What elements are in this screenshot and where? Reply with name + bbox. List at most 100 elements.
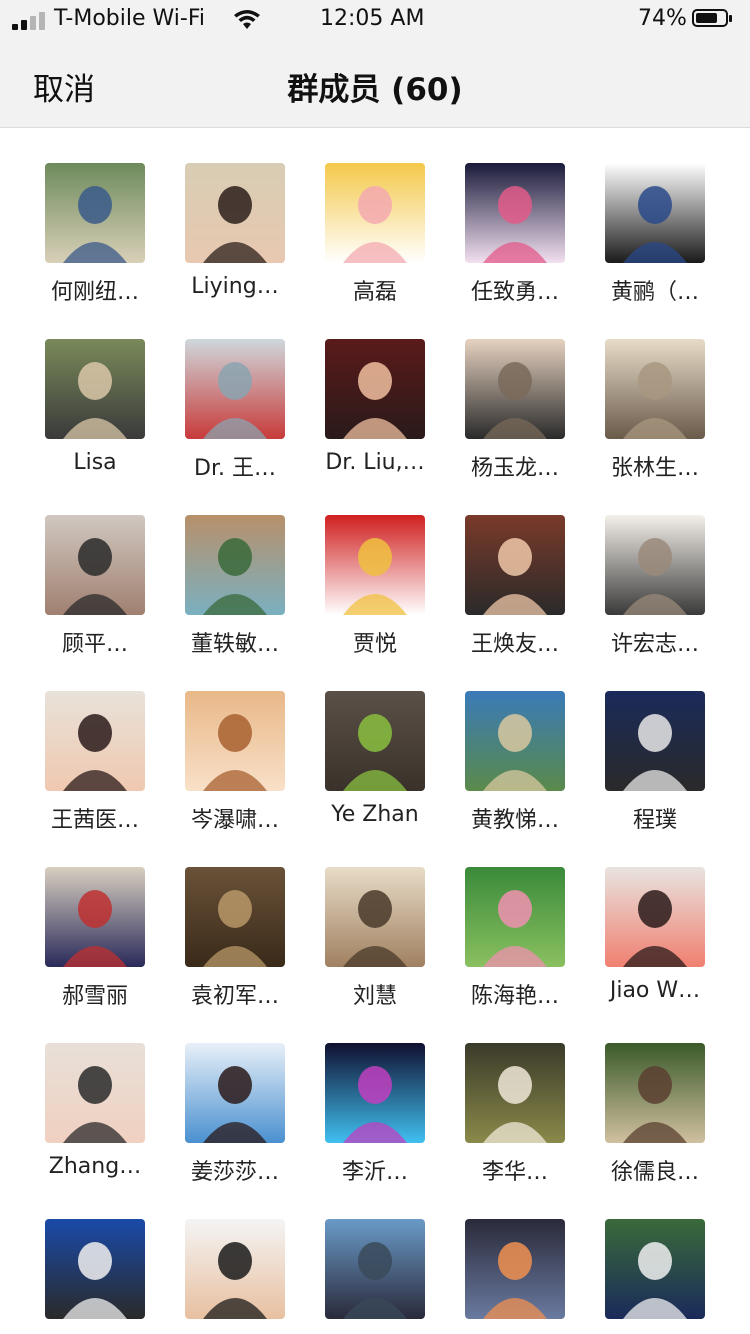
eagle-photo [605, 1043, 705, 1143]
member-name: 李沂… [341, 1160, 408, 1185]
sunset-lake-photo [465, 1219, 565, 1319]
member-grid: 何刚纽… Liying… 高磊 任致勇… 黄鹂（… Lisa Dr. 王… Dr. Liu,…… [0, 128, 750, 1334]
battery-percentage: 74% [638, 6, 687, 31]
member-name: Dr. 王… [194, 456, 276, 481]
member-name: 李华… [481, 1160, 548, 1185]
member-item[interactable]: Jiao W… [585, 832, 725, 1003]
member-item[interactable]: 许宏志… [585, 480, 725, 657]
member-item[interactable] [305, 1184, 445, 1334]
lotus-flower-photo [465, 867, 565, 967]
member-name: Liying… [191, 274, 279, 299]
man-glasses-white-coat-photo [185, 1219, 285, 1319]
sepia-headphones-photo [605, 339, 705, 439]
man-glasses-portrait [465, 515, 565, 615]
member-item[interactable]: 黄鹂（… [585, 128, 725, 305]
member-item[interactable] [585, 1184, 725, 1334]
member-item[interactable]: Liying… [165, 128, 305, 299]
member-name: 高磊 [352, 280, 397, 305]
sailboats-photo [185, 339, 285, 439]
woman-glasses-photo [185, 163, 285, 263]
member-item[interactable]: Dr. 王… [165, 304, 305, 481]
member-item[interactable]: Dr. Liu,… [305, 304, 445, 475]
canton-tower-lights-photo [325, 1043, 425, 1143]
cartoon-doctor-image [185, 1043, 285, 1143]
man-waterfront-photo [325, 1219, 425, 1319]
clock: 12:05 AM [320, 6, 425, 31]
camera-photographer-photo [45, 515, 145, 615]
member-name: Lisa [73, 450, 117, 475]
member-item[interactable]: 杨玉龙… [445, 304, 585, 481]
member-name: 陈海艳… [470, 984, 559, 1009]
leaf-carving-image [185, 691, 285, 791]
member-name: 袁初军… [190, 984, 279, 1009]
member-item[interactable]: 王茜医… [25, 656, 165, 833]
member-name: Jiao W… [609, 978, 701, 1003]
member-name: 郝雪丽 [61, 984, 128, 1009]
resort-mountain-photo [185, 515, 285, 615]
member-item[interactable]: Zhang… [25, 1008, 165, 1179]
jumping-road-photo [465, 339, 565, 439]
woman-peace-sign-photo [605, 867, 705, 967]
member-item[interactable]: 贾悦 [305, 480, 445, 657]
member-name: 黄教悌… [470, 808, 559, 833]
member-item[interactable]: 李沂… [305, 1008, 445, 1185]
member-item[interactable]: 刘慧 [305, 832, 445, 1009]
member-name: 程璞 [632, 808, 677, 833]
member-name: 董轶敏… [190, 632, 279, 657]
member-name: Ye Zhan [331, 802, 419, 827]
wifi-icon [234, 10, 260, 29]
member-item[interactable]: 王焕友… [445, 480, 585, 657]
man-white-hair-portrait [605, 1219, 705, 1319]
member-item[interactable]: 高磊 [305, 128, 445, 305]
member-item[interactable]: 黄教悌… [445, 656, 585, 833]
member-name: 许宏志… [610, 632, 699, 657]
member-item[interactable]: 徐儒良… [585, 1008, 725, 1185]
woman-baby-photo [45, 1043, 145, 1143]
member-item[interactable]: 何刚纽… [25, 128, 165, 305]
member-item[interactable]: 郝雪丽 [25, 832, 165, 1009]
member-name: 张林生… [610, 456, 699, 481]
woman-portrait-photo [325, 339, 425, 439]
monkey-new-year-image [325, 515, 425, 615]
member-item[interactable]: 袁初军… [165, 832, 305, 1009]
member-item[interactable] [25, 1184, 165, 1334]
member-item[interactable]: Ye Zhan [305, 656, 445, 827]
member-item[interactable]: 岑瀑啸… [165, 656, 305, 833]
member-name: 岑瀑啸… [190, 808, 279, 833]
battery-icon [692, 9, 734, 29]
member-name: 王焕友… [470, 632, 559, 657]
fireworks-photo [465, 163, 565, 263]
blue-car-photo [605, 691, 705, 791]
member-item[interactable]: 董轶敏… [165, 480, 305, 657]
member-item[interactable]: 任致勇… [445, 128, 585, 305]
presenter-map-photo [45, 1219, 145, 1319]
coastal-cliff-photo [465, 691, 565, 791]
member-item[interactable] [445, 1184, 585, 1334]
tennis-court-photo [45, 163, 145, 263]
member-item[interactable] [165, 1184, 305, 1334]
kids-playing-photo [45, 339, 145, 439]
member-name: 刘慧 [352, 984, 397, 1009]
member-name: 姜莎莎… [190, 1160, 279, 1185]
vintage-collage-image [325, 867, 425, 967]
member-item[interactable]: 程璞 [585, 656, 725, 833]
cartoon-pig-image [325, 163, 425, 263]
horn-instrument-image [185, 867, 285, 967]
member-item[interactable]: 陈海艳… [445, 832, 585, 1009]
member-item[interactable]: Lisa [25, 304, 165, 475]
member-item[interactable]: 张林生… [585, 304, 725, 481]
woman-smiling-portrait [45, 691, 145, 791]
member-item[interactable]: 李华… [445, 1008, 585, 1185]
status-bar: T-Mobile Wi-Fi 12:05 AM 74% [0, 0, 750, 40]
member-name: 黄鹂（… [610, 280, 699, 305]
page-title: 群成员 (60) [287, 72, 463, 108]
member-item[interactable]: 姜莎莎… [165, 1008, 305, 1185]
carrier-label: T-Mobile Wi-Fi [54, 6, 206, 31]
sprout-photo [325, 691, 425, 791]
man-sketch-portrait [605, 515, 705, 615]
navigation-bar: 取消 群成员 (60) [0, 40, 750, 128]
member-item[interactable]: 顾平… [25, 480, 165, 657]
member-name: 任致勇… [470, 280, 559, 305]
member-name: Zhang… [48, 1154, 142, 1179]
university-seal-portrait [605, 163, 705, 263]
